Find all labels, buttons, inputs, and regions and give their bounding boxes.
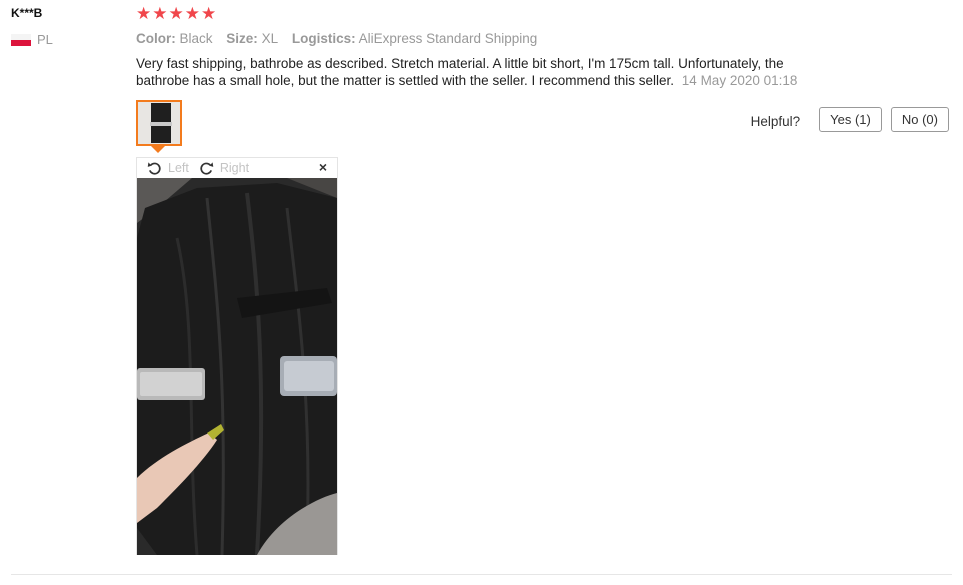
thumbnail-pointer bbox=[151, 146, 165, 153]
size-value: XL bbox=[261, 31, 279, 46]
review-date: 14 May 2020 01:18 bbox=[681, 73, 798, 88]
country-code: PL bbox=[37, 32, 53, 47]
helpful-vote: Helpful? Yes (1) No (0) bbox=[751, 107, 949, 132]
rotate-right-button[interactable]: Right bbox=[199, 161, 249, 176]
review-username: K***B bbox=[11, 6, 43, 20]
star-icon: ★ bbox=[168, 4, 184, 23]
review-body: Very fast shipping, bathrobe as describe… bbox=[136, 55, 826, 89]
review-photo-thumbnail[interactable] bbox=[136, 100, 182, 146]
reviewer-country: PL bbox=[11, 32, 53, 47]
star-icon: ★ bbox=[184, 4, 200, 23]
review-divider bbox=[11, 574, 952, 575]
color-value: Black bbox=[179, 31, 213, 46]
close-viewer-button[interactable]: × bbox=[319, 159, 327, 175]
rotate-right-icon bbox=[200, 161, 214, 175]
review-photo bbox=[137, 178, 337, 555]
rotate-left-icon bbox=[147, 161, 161, 175]
color-label: Color: bbox=[136, 31, 176, 46]
helpful-no-button[interactable]: No (0) bbox=[890, 107, 949, 132]
star-icon: ★ bbox=[201, 4, 217, 23]
star-icon: ★ bbox=[136, 4, 152, 23]
star-icon: ★ bbox=[152, 4, 168, 23]
photo-viewer: Left Right × bbox=[136, 157, 338, 555]
rotate-left-button[interactable]: Left bbox=[147, 161, 189, 176]
logistics-value: AliExpress Standard Shipping bbox=[358, 31, 538, 46]
rating-stars: ★ ★ ★ ★ ★ bbox=[136, 4, 216, 24]
photo-viewer-toolbar: Left Right × bbox=[137, 158, 337, 178]
order-attributes: Color: Black Size: XL Logistics: AliExpr… bbox=[136, 31, 547, 46]
size-label: Size: bbox=[226, 31, 258, 46]
helpful-label: Helpful? bbox=[750, 113, 801, 129]
poland-flag-icon bbox=[11, 33, 31, 46]
helpful-yes-button[interactable]: Yes (1) bbox=[819, 107, 882, 132]
rotate-right-label: Right bbox=[219, 161, 250, 175]
logistics-label: Logistics: bbox=[291, 31, 356, 46]
rotate-left-label: Left bbox=[168, 161, 189, 175]
